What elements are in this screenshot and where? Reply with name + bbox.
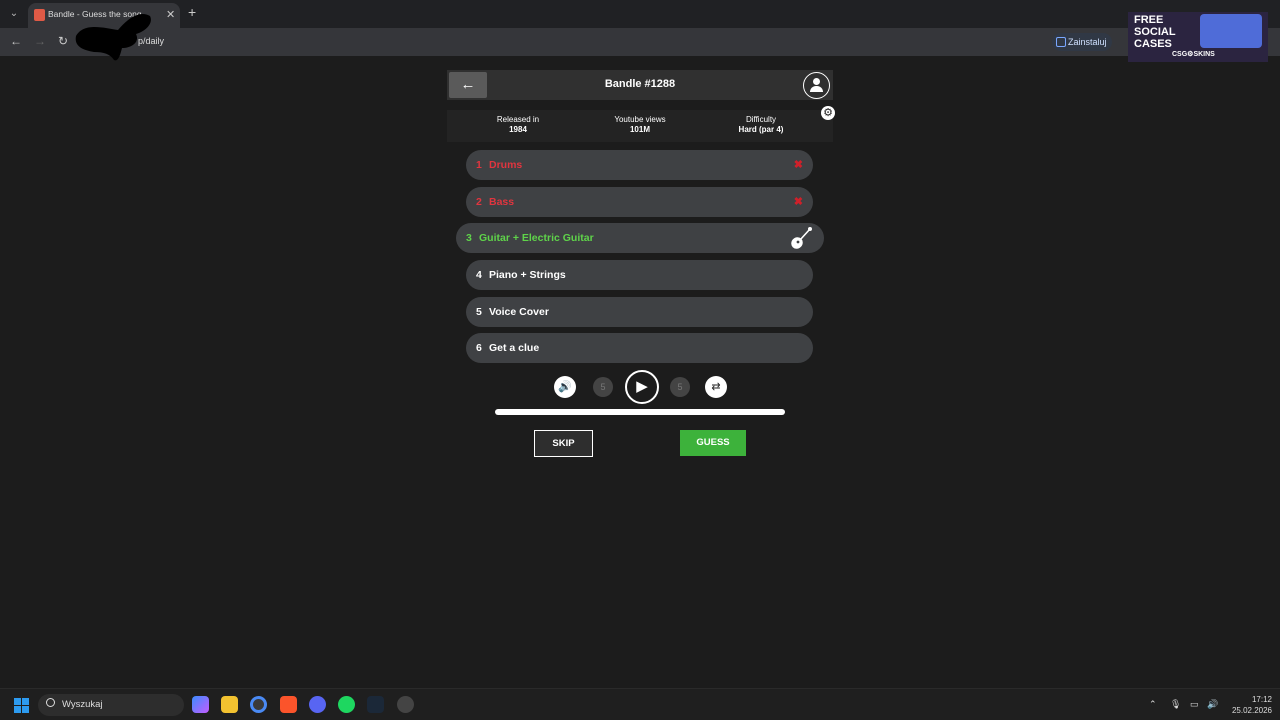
ad-banner[interactable]: FREE SOCIAL CASES CSG⚙SKINS: [1128, 12, 1268, 62]
volume-icon[interactable]: 🔊: [554, 376, 576, 398]
close-icon[interactable]: ✕: [166, 8, 175, 21]
taskbar-clock[interactable]: 17:12 25.02.2026: [1222, 694, 1272, 716]
stem-row-2[interactable]: 2 Bass ✖: [466, 187, 813, 217]
user-icon-body: [810, 86, 823, 92]
settings-gear-icon[interactable]: ⚙: [821, 106, 835, 120]
stem-row-5[interactable]: 5 Voice Cover: [466, 297, 813, 327]
url-bar[interactable]: p/daily: [76, 32, 1116, 52]
stem-number: 5: [476, 306, 482, 318]
brave-icon[interactable]: [280, 696, 297, 713]
install-app-button[interactable]: Zainstaluj: [1052, 33, 1112, 51]
stem-label: Bass: [489, 196, 515, 208]
rewind-5-icon[interactable]: 5: [593, 377, 613, 397]
tray-expand-icon[interactable]: ⌃: [1149, 699, 1157, 710]
tab-search-button[interactable]: ⌄: [6, 6, 22, 22]
app-icon[interactable]: [397, 696, 414, 713]
stem-label: Get a clue: [489, 342, 540, 354]
copilot-icon[interactable]: [192, 696, 209, 713]
info-label: Released in: [496, 115, 540, 124]
repeat-off-icon[interactable]: ⇄: [705, 376, 727, 398]
skip-button[interactable]: SKIP: [534, 430, 593, 457]
stem-row-1[interactable]: 1 Drums ✖: [466, 150, 813, 180]
back-arrow-icon[interactable]: ←: [10, 34, 22, 48]
info-difficulty: Difficulty Hard (par 4): [701, 115, 821, 135]
stem-label: Guitar + Electric Guitar: [479, 232, 594, 244]
info-label: Difficulty: [745, 115, 777, 124]
browser-tab-bar: ⌄ Bandle - Guess the song ✕ +: [0, 0, 1280, 28]
game-title: Bandle #1288: [604, 78, 676, 90]
windows-taskbar: Wyszukaj ⌃ 🎙 ▭ 🔊 17:12 25.02.2026: [0, 688, 1280, 720]
wrong-x-icon: ✖: [793, 196, 803, 208]
clock-date: 25.02.2026: [1231, 706, 1272, 715]
stem-number: 6: [476, 342, 482, 354]
new-tab-icon[interactable]: +: [188, 4, 196, 20]
stem-number: 3: [466, 232, 472, 244]
stem-row-3[interactable]: 3 Guitar + Electric Guitar: [456, 223, 824, 253]
file-explorer-icon[interactable]: [221, 696, 238, 713]
stem-label: Voice Cover: [489, 306, 549, 318]
info-released: Released in 1984: [458, 115, 578, 135]
forward-5-icon[interactable]: 5: [670, 377, 690, 397]
info-value: 101M: [629, 125, 650, 134]
info-views: Youtube views 101M: [580, 115, 700, 135]
song-info-bar: Released in 1984 Youtube views 101M Diff…: [447, 110, 833, 142]
stem-number: 1: [476, 159, 482, 171]
taskbar-search[interactable]: Wyszukaj: [38, 694, 184, 716]
guess-button[interactable]: GUESS: [680, 430, 746, 456]
playback-progress-bar[interactable]: [495, 409, 785, 415]
speaker-icon[interactable]: 🔊: [1207, 699, 1218, 710]
info-label: Youtube views: [614, 115, 666, 124]
info-value: Hard (par 4): [738, 125, 784, 134]
profile-button[interactable]: [803, 72, 830, 99]
windows-start-icon[interactable]: [14, 698, 29, 713]
wrong-x-icon: ✖: [793, 159, 803, 171]
stem-label: Piano + Strings: [489, 269, 566, 281]
ad-image: [1200, 14, 1262, 48]
forward-arrow-icon[interactable]: →: [34, 34, 46, 48]
steam-icon[interactable]: [367, 696, 384, 713]
user-icon: [813, 78, 820, 85]
spotify-icon[interactable]: [338, 696, 355, 713]
info-value: 1984: [509, 125, 527, 134]
stem-row-4[interactable]: 4 Piano + Strings: [466, 260, 813, 290]
stem-number: 2: [476, 196, 482, 208]
chrome-icon[interactable]: [250, 696, 267, 713]
search-placeholder: Wyszukaj: [62, 699, 103, 710]
microphone-icon[interactable]: 🎙: [1170, 699, 1181, 710]
search-icon: [46, 698, 55, 707]
clock-time: 17:12: [1251, 695, 1272, 704]
guitar-icon: [791, 227, 812, 249]
stem-label: Drums: [489, 159, 523, 171]
rewind-label: 5: [600, 382, 606, 392]
game-header: ← Bandle #1288: [447, 70, 833, 100]
ad-brand: CSG⚙SKINS: [1172, 51, 1215, 58]
install-label: Zainstaluj: [1068, 37, 1107, 47]
forward-label: 5: [677, 382, 683, 392]
install-icon: [1056, 37, 1066, 47]
play-button[interactable]: ▶: [625, 370, 659, 404]
ad-headline: FREE SOCIAL CASES: [1134, 14, 1176, 50]
redaction-blob: [75, 13, 151, 61]
stem-row-6[interactable]: 6 Get a clue: [466, 333, 813, 363]
bandle-favicon-icon: [34, 9, 45, 21]
network-icon[interactable]: ▭: [1190, 699, 1199, 710]
discord-icon[interactable]: [309, 696, 326, 713]
reload-icon[interactable]: ↻: [58, 34, 68, 48]
stem-number: 4: [476, 269, 482, 281]
